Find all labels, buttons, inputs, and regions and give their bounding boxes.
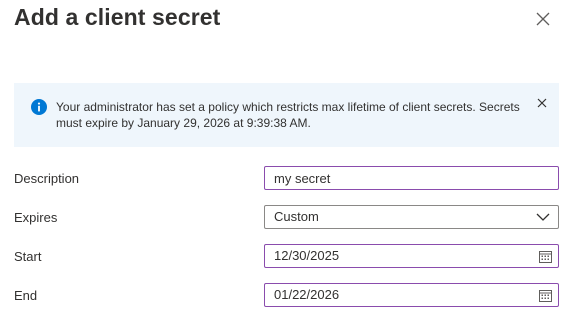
info-icon: [31, 99, 47, 115]
start-label: Start: [14, 249, 42, 264]
panel-title: Add a client secret: [14, 4, 221, 30]
expires-dropdown[interactable]: Custom: [264, 205, 559, 229]
close-icon: [536, 12, 550, 26]
chevron-down-icon: [536, 213, 550, 221]
add-client-secret-panel: Add a client secret Your administrator h…: [0, 0, 574, 316]
start-date-value: 12/30/2025: [274, 248, 340, 263]
expires-selected-value: Custom: [274, 209, 319, 224]
dismiss-icon: [537, 98, 547, 108]
dismiss-banner-button[interactable]: [537, 95, 547, 108]
description-input[interactable]: [264, 166, 559, 190]
policy-info-message: Your administrator has set a policy whic…: [56, 100, 520, 130]
close-panel-button[interactable]: [534, 10, 552, 28]
end-label: End: [14, 288, 38, 303]
end-date-value: 01/22/2026: [274, 287, 340, 302]
end-date-field[interactable]: 01/22/2026: [264, 283, 559, 307]
calendar-icon[interactable]: [539, 250, 552, 263]
description-label: Description: [14, 171, 80, 186]
calendar-icon[interactable]: [539, 289, 552, 302]
policy-info-banner: Your administrator has set a policy whic…: [14, 83, 559, 147]
start-date-field[interactable]: 12/30/2025: [264, 244, 559, 268]
expires-label: Expires: [14, 210, 58, 225]
